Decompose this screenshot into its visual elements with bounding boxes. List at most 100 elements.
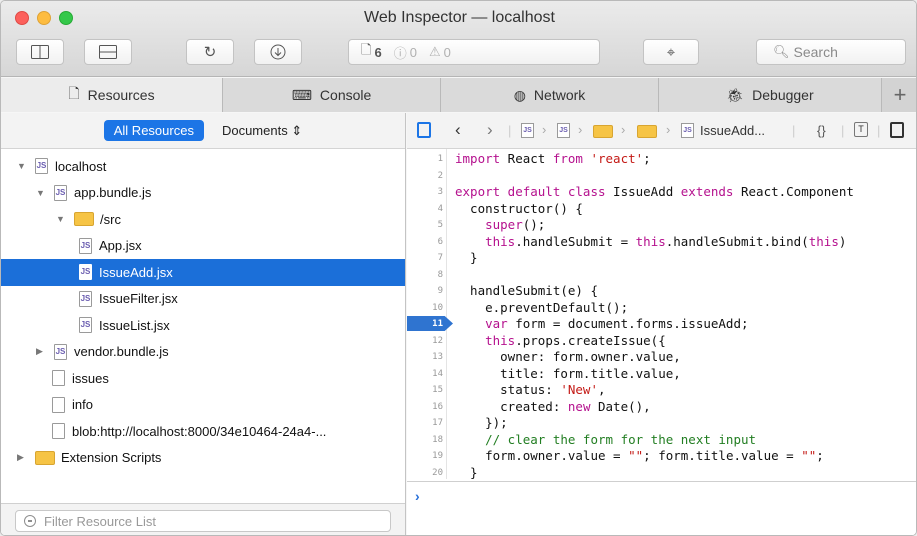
- inspect-element-button[interactable]: ⌖: [643, 39, 699, 65]
- code-token: Date(),: [590, 398, 651, 414]
- js-file-icon: JS: [79, 264, 92, 281]
- breadcrumb-separator: ›: [542, 122, 547, 137]
- new-tab-button[interactable]: +: [882, 78, 916, 112]
- code-token: super: [485, 217, 523, 232]
- line-number[interactable]: 16: [407, 399, 443, 415]
- tab-resources[interactable]: 🗋 Resources: [1, 78, 223, 112]
- code-token: created:: [455, 398, 568, 414]
- pretty-print-icon[interactable]: {}: [817, 123, 826, 138]
- filter-resource-input[interactable]: Filter Resource List: [15, 510, 391, 532]
- tree-item[interactable]: ▶ Extension Scripts: [1, 445, 405, 472]
- code-line: // clear the form for the next input: [455, 432, 756, 448]
- line-number[interactable]: 8: [407, 267, 443, 283]
- tree-item-label: issues: [72, 370, 109, 386]
- breadcrumb-bundle-icon[interactable]: JS: [557, 123, 570, 138]
- disclosure-open-icon[interactable]: ▼: [56, 214, 66, 224]
- details-panel-toggle-icon[interactable]: [890, 122, 904, 138]
- line-number[interactable]: 12: [407, 333, 443, 349]
- line-number[interactable]: 2: [407, 168, 443, 184]
- code-token: e.preventDefault();: [455, 299, 629, 315]
- tree-item-label: /src: [100, 211, 121, 227]
- doc-icon: [52, 370, 65, 387]
- breakpoint-marker[interactable]: 11: [407, 316, 453, 331]
- line-number-gutter[interactable]: 1 2 3 4 5 6 7 8 9 10 11 12 13 14 15 16 17 18 19 20: [407, 149, 453, 480]
- tree-item[interactable]: JS IssueFilter.jsx: [1, 286, 405, 313]
- code-token: ;: [816, 448, 824, 463]
- tree-item[interactable]: ▼ JS app.bundle.js: [1, 180, 405, 207]
- line-number[interactable]: 14: [407, 366, 443, 382]
- line-number[interactable]: 9: [407, 283, 443, 299]
- reload-button[interactable]: ↻: [186, 39, 234, 65]
- tree-item[interactable]: JS App.jsx: [1, 233, 405, 260]
- line-number[interactable]: 5: [407, 217, 443, 233]
- line-number[interactable]: 13: [407, 349, 443, 365]
- tree-item-label: vendor.bundle.js: [74, 344, 169, 360]
- code-area[interactable]: 1 2 3 4 5 6 7 8 9 10 11 12 13 14 15 16 17 18 19 20 import R…: [407, 149, 916, 480]
- code-token: "": [801, 448, 817, 463]
- nav-divider: |: [508, 123, 512, 138]
- tree-item[interactable]: JS IssueList.jsx: [1, 312, 405, 339]
- disclosure-open-icon[interactable]: ▼: [36, 188, 46, 198]
- sidebar-layout-icon: [31, 45, 49, 59]
- quick-console[interactable]: ›: [407, 481, 916, 535]
- search-field[interactable]: 🔍︎ Search: [756, 39, 906, 65]
- breadcrumb-current-file[interactable]: IssueAdd...: [700, 123, 765, 138]
- tree-item[interactable]: ▼ /src: [1, 206, 405, 233]
- line-number[interactable]: 19: [407, 448, 443, 464]
- line-number[interactable]: 20: [407, 465, 443, 480]
- back-button[interactable]: ‹: [455, 120, 461, 140]
- tab-network[interactable]: ◍ Network: [441, 78, 659, 112]
- line-number[interactable]: 4: [407, 201, 443, 217]
- text-format-icon[interactable]: T: [854, 122, 868, 137]
- disclosure-closed-icon[interactable]: ▶: [36, 346, 46, 357]
- breadcrumb-separator: ›: [621, 122, 626, 137]
- line-number[interactable]: 15: [407, 382, 443, 398]
- line-number[interactable]: 10: [407, 300, 443, 316]
- code-token: constructor() {: [455, 200, 583, 216]
- toggle-sidebar-button[interactable]: [16, 39, 64, 65]
- tree-item[interactable]: JS IssueAdd.jsx: [1, 259, 405, 286]
- tree-item[interactable]: ▶ JS vendor.bundle.js: [1, 339, 405, 366]
- scope-dropdown[interactable]: Documents ⇕: [222, 123, 302, 139]
- disclosure-closed-icon[interactable]: ▶: [17, 452, 27, 463]
- code-token: .handleSubmit =: [515, 233, 636, 249]
- download-button[interactable]: [254, 39, 302, 65]
- disclosure-open-icon[interactable]: ▼: [17, 161, 27, 171]
- tree-item[interactable]: info: [1, 392, 405, 419]
- tree-item[interactable]: blob:http://localhost:8000/34e10464-24a4…: [1, 418, 405, 445]
- breadcrumb-page-icon[interactable]: JS: [521, 123, 534, 138]
- tree-item[interactable]: issues: [1, 365, 405, 392]
- code-token: this: [635, 233, 666, 249]
- line-number[interactable]: 6: [407, 234, 443, 250]
- resource-tree: ▼ JS localhost ▼ JS app.bundle.js ▼ /src JS App.j…: [1, 149, 405, 471]
- titlebar: Web Inspector — localhost ↻ 🗋 6 ⓘ 0 ⚠ 0 ⌖ 🔍…: [1, 1, 916, 77]
- breadcrumb-folder-icon[interactable]: [593, 125, 613, 138]
- resources-sidebar: All Resources Documents ⇕ ▼ JS localhost ▼ J…: [1, 113, 406, 535]
- search-placeholder: Search: [793, 44, 838, 60]
- sidebar-toggle-icon[interactable]: [417, 122, 431, 138]
- tree-item[interactable]: ▼ JS localhost: [1, 153, 405, 180]
- activity-dashboard[interactable]: 🗋 6 ⓘ 0 ⚠ 0: [348, 39, 600, 65]
- tab-debugger[interactable]: 🐞︎ Debugger: [659, 78, 882, 112]
- code-line: }: [455, 250, 478, 266]
- line-number[interactable]: 7: [407, 250, 443, 266]
- breadcrumb-src-folder-icon[interactable]: [637, 125, 657, 138]
- source-editor: ‹ › | JS › JS › › › JS IssueAdd... | {} …: [407, 113, 916, 535]
- line-number[interactable]: 1: [407, 151, 443, 167]
- line-number[interactable]: 17: [407, 415, 443, 431]
- breadcrumb-separator: ›: [666, 122, 671, 137]
- tree-item-label: IssueFilter.jsx: [99, 291, 178, 307]
- toggle-bottom-panel-button[interactable]: [84, 39, 132, 65]
- line-number[interactable]: 3: [407, 184, 443, 200]
- tab-console[interactable]: ⌨ Console: [223, 78, 441, 112]
- sidebar-filter-bar: Filter Resource List: [1, 503, 405, 535]
- search-icon: 🔍︎: [773, 44, 790, 59]
- forward-button[interactable]: ›: [487, 120, 493, 140]
- filter-placeholder: Filter Resource List: [44, 513, 156, 529]
- code-line: created: new Date(),: [455, 399, 651, 415]
- line-number[interactable]: 18: [407, 432, 443, 448]
- scope-all-resources[interactable]: All Resources: [103, 120, 204, 141]
- code-token: ; form.title.value =: [643, 448, 802, 463]
